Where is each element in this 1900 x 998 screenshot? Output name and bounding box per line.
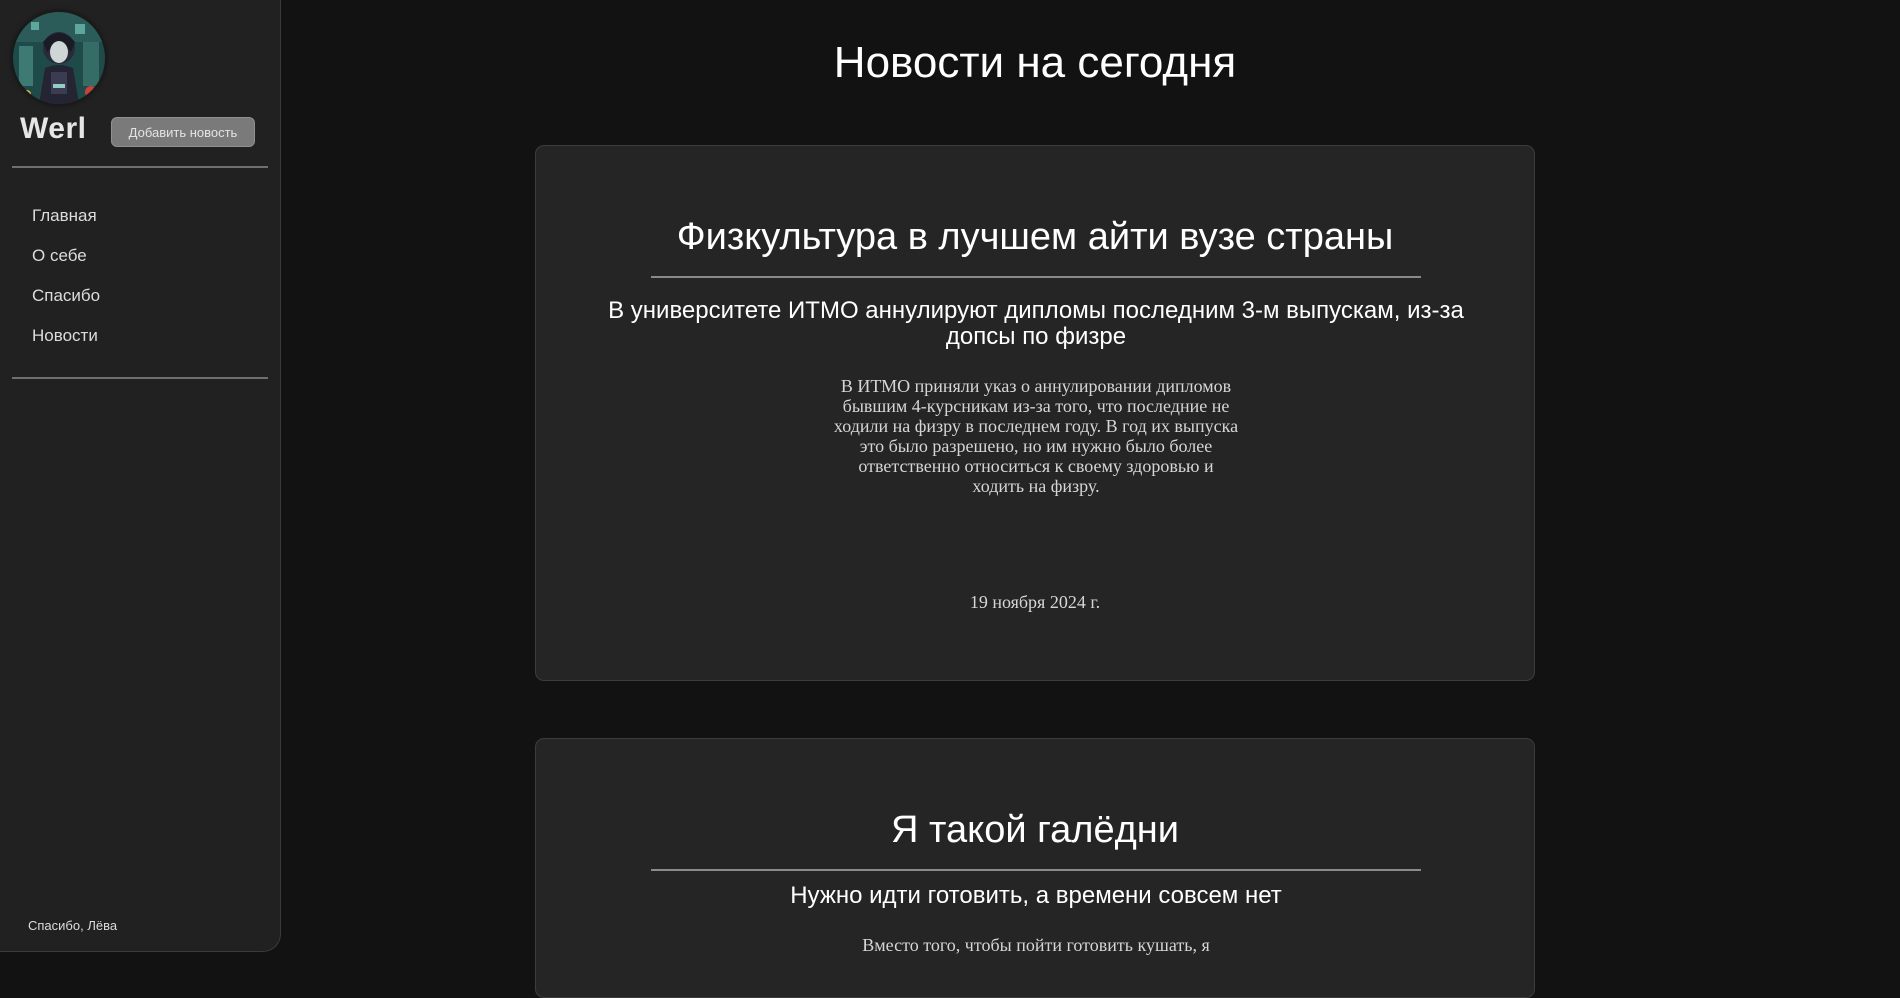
nav-item-thanks[interactable]: Спасибо <box>32 284 100 324</box>
username: Werl <box>20 112 87 145</box>
sidebar-divider <box>12 166 268 168</box>
news-card: Я такой галёдни Нужно идти готовить, а в… <box>535 738 1535 998</box>
news-subtitle: В университете ИТМО аннулируют дипломы п… <box>608 297 1464 350</box>
nav-item-home[interactable]: Главная <box>32 204 100 244</box>
news-card: Физкультура в лучшем айти вузе страны В … <box>535 145 1535 681</box>
nav-item-news[interactable]: Новости <box>32 324 100 364</box>
sidebar-nav: Главная О себе Спасибо Новости <box>32 204 100 364</box>
add-news-button[interactable]: Добавить новость <box>111 117 255 147</box>
news-date: 19 ноября 2024 г. <box>969 592 1101 612</box>
news-divider <box>651 276 1421 278</box>
avatar[interactable] <box>13 12 105 104</box>
news-title: Я такой галёдни <box>891 809 1179 851</box>
news-body: Вместо того, чтобы пойти готовить кушать… <box>862 935 1210 955</box>
page-title: Новости на сегодня <box>833 38 1237 87</box>
sidebar-divider <box>12 377 268 379</box>
news-body: В ИТМО приняли указ о аннулировании дипл… <box>833 376 1239 496</box>
news-subtitle: Нужно идти готовить, а времени совсем не… <box>790 882 1282 909</box>
news-title: Физкультура в лучшем айти вузе страны <box>676 216 1394 258</box>
anime-avatar-icon <box>13 12 105 104</box>
news-divider <box>651 869 1421 871</box>
sidebar: Werl Добавить новость Главная О себе Спа… <box>0 0 281 952</box>
nav-item-about[interactable]: О себе <box>32 244 100 284</box>
sidebar-footer-text: Спасибо, Лёва <box>28 918 118 933</box>
